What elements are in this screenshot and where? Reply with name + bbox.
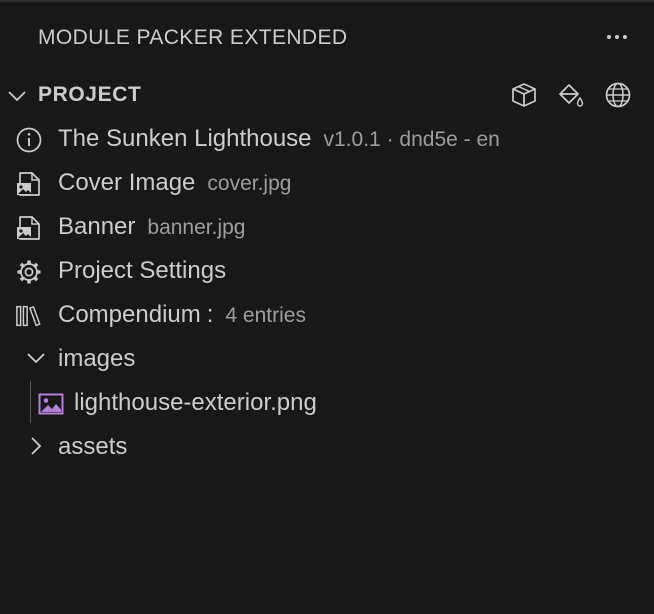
panel-title: MODULE PACKER EXTENDED: [38, 26, 348, 49]
more-actions-button[interactable]: [600, 22, 634, 52]
tree-item-project-info[interactable]: The Sunken Lighthouse v1.0.1 · dnd5e - en: [0, 116, 654, 160]
tree-item-label: Compendium:4 entries: [58, 301, 306, 329]
file-image-icon: [15, 214, 43, 242]
ellipsis-icon: [606, 34, 628, 40]
image-icon: [37, 390, 65, 418]
panel-header: MODULE PACKER EXTENDED: [0, 0, 654, 76]
tree-item-folder-images[interactable]: images: [0, 336, 654, 380]
globe-icon: [604, 81, 632, 109]
paint-bucket-icon: [556, 81, 584, 109]
package-button[interactable]: [508, 79, 540, 111]
project-description: v1.0.1 · dnd5e - en: [323, 128, 500, 151]
section-title: PROJECT: [38, 83, 142, 106]
cover-description: cover.jpg: [207, 172, 292, 195]
info-icon: [15, 126, 43, 154]
tree-item-project-settings[interactable]: Project Settings: [0, 248, 654, 292]
chevron-down-icon: [25, 347, 47, 369]
language-button[interactable]: [602, 79, 634, 111]
tree-item-label: Cover Image cover.jpg: [58, 169, 291, 197]
compendium-description: 4 entries: [225, 304, 306, 327]
folder-label: assets: [58, 433, 128, 460]
cover-label: Cover Image: [58, 169, 196, 196]
theme-button[interactable]: [554, 79, 586, 111]
tree-item-label: Banner banner.jpg: [58, 213, 245, 241]
project-name: The Sunken Lighthouse: [58, 125, 312, 152]
package-icon: [510, 81, 538, 109]
chevron-down-icon: [6, 85, 28, 107]
file-label: lighthouse-exterior.png: [74, 389, 317, 416]
tree-item-folder-assets[interactable]: assets: [0, 424, 654, 468]
project-section-header[interactable]: PROJECT: [0, 76, 654, 114]
compendium-separator: :: [206, 301, 214, 328]
gear-icon: [15, 258, 43, 286]
banner-description: banner.jpg: [147, 216, 246, 239]
tree-item-banner[interactable]: Banner banner.jpg: [0, 204, 654, 248]
compendium-label: Compendium: [58, 301, 201, 328]
tree-item-image-file[interactable]: lighthouse-exterior.png: [0, 380, 654, 424]
tree-item-cover-image[interactable]: Cover Image cover.jpg: [0, 160, 654, 204]
file-image-icon: [15, 170, 43, 198]
settings-label: Project Settings: [58, 257, 227, 284]
chevron-right-icon: [25, 435, 47, 457]
tree-item-compendium[interactable]: Compendium:4 entries: [0, 292, 654, 336]
tree-item-label: The Sunken Lighthouse v1.0.1 · dnd5e - en: [58, 125, 500, 153]
banner-label: Banner: [58, 213, 136, 240]
folder-label: images: [58, 345, 136, 372]
library-icon: [15, 302, 43, 330]
